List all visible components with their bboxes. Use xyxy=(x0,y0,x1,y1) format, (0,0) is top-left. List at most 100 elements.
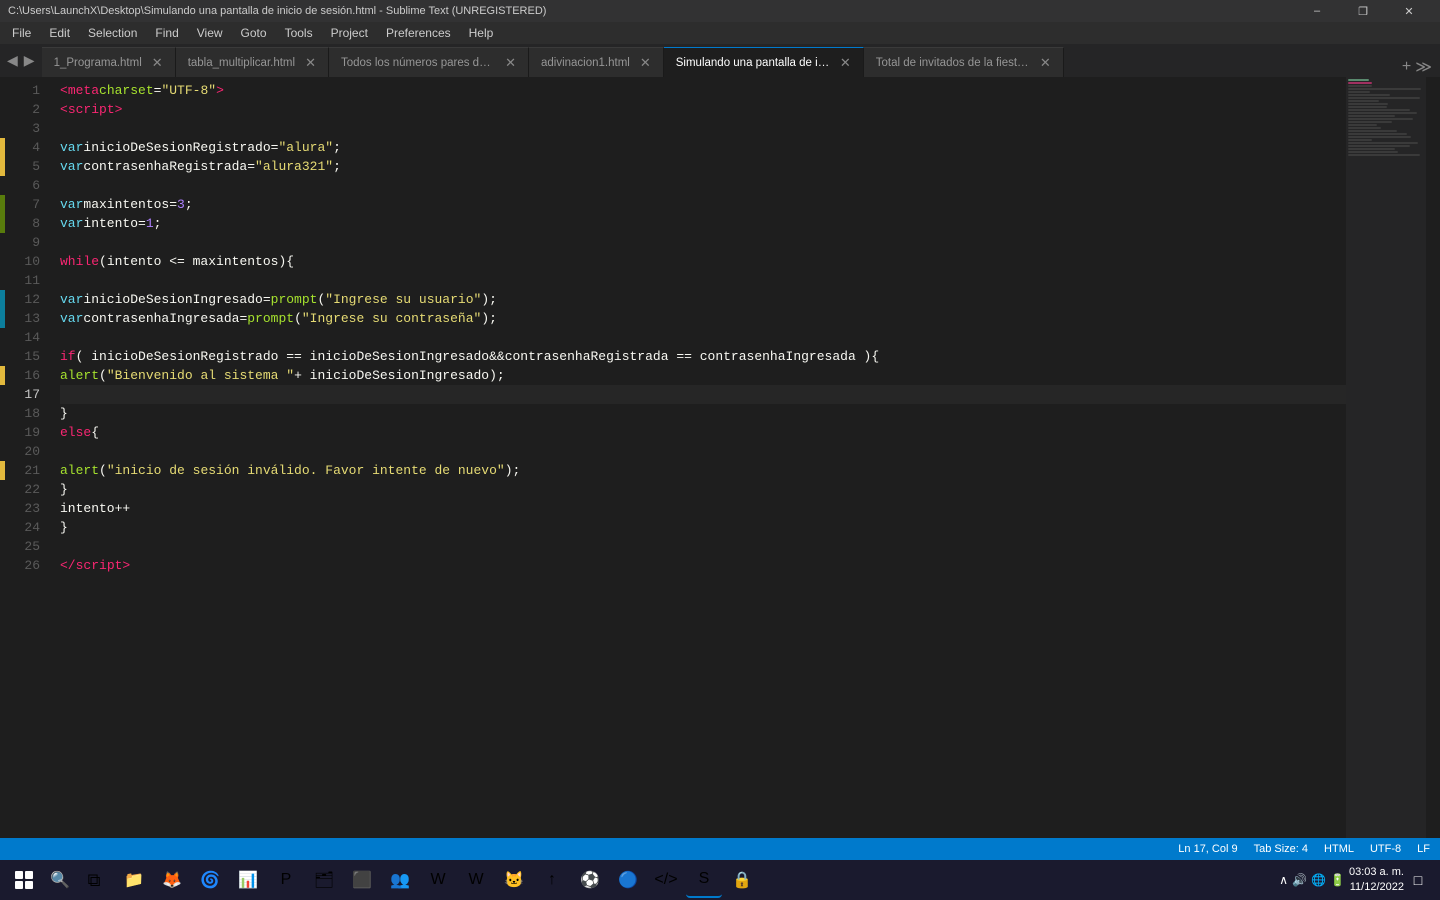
taskbar-minecraft[interactable]: ⬛ xyxy=(344,862,380,898)
notification-center-button[interactable]: □ xyxy=(1408,860,1428,900)
line-number-25: 25 xyxy=(5,537,50,556)
gutter-mark-13 xyxy=(0,309,5,328)
vertical-scrollbar[interactable] xyxy=(1426,77,1440,860)
tab-tab1[interactable]: 1_Programa.html✕ xyxy=(42,47,176,77)
taskbar-teams[interactable]: 👥 xyxy=(382,862,418,898)
code-line-25 xyxy=(60,537,1346,556)
tab-tab6[interactable]: Total de invitados de la fiesta.html✕ xyxy=(864,47,1064,77)
code-line-22: } xyxy=(60,480,1346,499)
start-button[interactable] xyxy=(4,860,44,900)
taskbar-sublime-text[interactable]: S xyxy=(686,862,722,898)
code-line-12: var inicioDeSesionIngresado = prompt("In… xyxy=(60,290,1346,309)
tab-close-tab5[interactable]: ✕ xyxy=(840,55,851,71)
status-item-LF[interactable]: LF xyxy=(1417,843,1430,855)
code-line-16: alert("Bienvenido al sistema " + inicioD… xyxy=(60,366,1346,385)
gutter-mark-5 xyxy=(0,157,5,176)
line-number-23: 23 xyxy=(5,499,50,518)
taskbar-app-p[interactable]: P xyxy=(268,862,304,898)
taskbar-firefox[interactable]: 🦊 xyxy=(154,862,190,898)
window-controls: – ❐ ✕ xyxy=(1294,0,1432,22)
tab-overflow-button[interactable]: ≫ xyxy=(1415,57,1432,77)
menu-item-help[interactable]: Help xyxy=(461,22,502,44)
tab-tab2[interactable]: tabla_multiplicar.html✕ xyxy=(176,47,329,77)
code-line-3 xyxy=(60,119,1346,138)
status-item-Ln-17--Col-9[interactable]: Ln 17, Col 9 xyxy=(1178,843,1237,855)
tabs-container: 1_Programa.html✕tabla_multiplicar.html✕T… xyxy=(42,47,1394,77)
status-item-HTML[interactable]: HTML xyxy=(1324,843,1354,855)
code-line-10: while (intento <= maxintentos) { xyxy=(60,252,1346,271)
menu-item-file[interactable]: File xyxy=(4,22,39,44)
sys-icon-2[interactable]: 🔋 xyxy=(1330,873,1345,887)
line-number-24: 24 xyxy=(5,518,50,537)
taskbar-vscode[interactable]: </> xyxy=(648,862,684,898)
taskbar-github-desktop[interactable]: 🐱 xyxy=(496,862,532,898)
menu-item-project[interactable]: Project xyxy=(323,22,376,44)
taskbar: 🔍⧉📁🦊🌀📊P🗂⬛👥WW🐱↑⚽🔵</>S🔒∧🔊🌐🔋03:03 a. m.11/1… xyxy=(0,860,1440,900)
line-number-13: 13 xyxy=(5,309,50,328)
title-text: C:\Users\LaunchX\Desktop\Simulando una p… xyxy=(8,5,1294,17)
tab-close-tab6[interactable]: ✕ xyxy=(1040,55,1051,71)
code-line-19: else { xyxy=(60,423,1346,442)
menu-item-edit[interactable]: Edit xyxy=(41,22,78,44)
taskbar-word[interactable]: W xyxy=(420,862,456,898)
tab-close-tab2[interactable]: ✕ xyxy=(305,55,316,71)
gutter-mark-7 xyxy=(0,195,5,214)
tab-tab5[interactable]: Simulando una pantalla de inicio de sesi… xyxy=(664,47,864,77)
taskbar-pokeball[interactable]: ⚽ xyxy=(572,862,608,898)
code-line-13: var contrasenhaIngresada = prompt("Ingre… xyxy=(60,309,1346,328)
menu-item-find[interactable]: Find xyxy=(147,22,186,44)
code-line-7: var maxintentos = 3; xyxy=(60,195,1346,214)
taskbar-clock[interactable]: 03:03 a. m.11/12/2022 xyxy=(1349,865,1404,896)
line-number-18: 18 xyxy=(5,404,50,423)
taskbar-file-manager[interactable]: 🗂 xyxy=(306,862,342,898)
line-number-10: 10 xyxy=(5,252,50,271)
line-number-12: 12 xyxy=(5,290,50,309)
menu-item-selection[interactable]: Selection xyxy=(80,22,145,44)
menu-item-tools[interactable]: Tools xyxy=(277,22,321,44)
menu-item-goto[interactable]: Goto xyxy=(233,22,275,44)
task-view-button[interactable]: ⧉ xyxy=(76,862,112,898)
code-line-1: <meta charset="UTF-8"> xyxy=(60,81,1346,100)
tab-close-tab4[interactable]: ✕ xyxy=(640,55,651,71)
status-item-Tab-Size--4[interactable]: Tab Size: 4 xyxy=(1254,843,1308,855)
show-hidden-icons-button[interactable]: ∧ xyxy=(1279,873,1288,887)
taskbar-explorer[interactable]: 📁 xyxy=(116,862,152,898)
taskbar-right: ∧ 🔊 🌐 🔋 03:03 a. m.11/12/2022□ xyxy=(1279,860,1436,900)
taskbar-search-button[interactable]: 🔍 xyxy=(44,864,76,896)
menu-item-preferences[interactable]: Preferences xyxy=(378,22,459,44)
tab-tab4[interactable]: adivinacion1.html✕ xyxy=(529,47,664,77)
line-number-17: 17 xyxy=(5,385,50,404)
status-item-UTF-8[interactable]: UTF-8 xyxy=(1370,843,1401,855)
line-number-19: 19 xyxy=(5,423,50,442)
code-line-4: var inicioDeSesionRegistrado = "alura"; xyxy=(60,138,1346,157)
tab-tab3[interactable]: Todos los números pares del 1 al 100.htm… xyxy=(329,47,529,77)
tab-close-tab1[interactable]: ✕ xyxy=(152,55,163,71)
tab-forward-button[interactable]: ▶ xyxy=(21,52,38,69)
tab-back-button[interactable]: ◀ xyxy=(4,52,21,69)
taskbar-edge[interactable]: 🔵 xyxy=(610,862,646,898)
code-line-18: } xyxy=(60,404,1346,423)
taskbar-edge-canary[interactable]: 🌀 xyxy=(192,862,228,898)
gutter-mark-16 xyxy=(0,366,5,385)
code-line-8: var intento = 1; xyxy=(60,214,1346,233)
tab-bar: ◀ ▶ 1_Programa.html✕tabla_multiplicar.ht… xyxy=(0,44,1440,77)
sys-icon-1[interactable]: 🌐 xyxy=(1311,873,1326,887)
sys-icon-0[interactable]: 🔊 xyxy=(1292,873,1307,887)
code-line-2: <script> xyxy=(60,100,1346,119)
menu-item-view[interactable]: View xyxy=(189,22,231,44)
taskbar-git-arrow[interactable]: ↑ xyxy=(534,862,570,898)
close-button[interactable]: ✕ xyxy=(1386,0,1432,22)
line-number-9: 9 xyxy=(5,233,50,252)
taskbar-bitdefender[interactable]: 🔒 xyxy=(724,862,760,898)
maximize-button[interactable]: ❐ xyxy=(1340,0,1386,22)
tab-close-tab3[interactable]: ✕ xyxy=(505,55,516,71)
taskbar-powerpoint[interactable]: 📊 xyxy=(230,862,266,898)
code-line-26: </script> xyxy=(60,556,1346,575)
taskbar-app-w2[interactable]: W xyxy=(458,862,494,898)
line-number-4: 4 xyxy=(5,138,50,157)
minimize-button[interactable]: – xyxy=(1294,0,1340,22)
code-editor[interactable]: <meta charset="UTF-8"><script> var inici… xyxy=(50,77,1346,860)
new-tab-button[interactable]: + xyxy=(1402,58,1411,76)
line-number-1: 1 xyxy=(5,81,50,100)
minimap xyxy=(1346,77,1426,860)
